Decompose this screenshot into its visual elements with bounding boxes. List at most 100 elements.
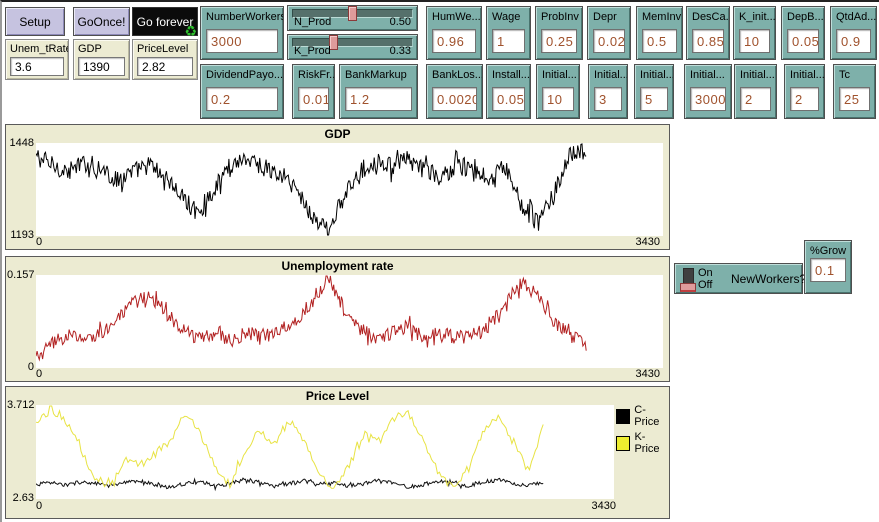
input-label: BankMarkup [340,65,417,81]
input-initial-1-box: Initial... [536,64,580,119]
monitor-label: Unem_tRate [6,40,68,55]
y-max-label: 1448 [7,137,34,149]
gdp-chart-canvas [36,143,663,236]
input-desca-box: DesCa... [686,6,730,60]
humwe-input[interactable] [432,29,476,53]
plot-price-level: Price Level 3.712 2.63 0 3430 C-Price K-… [5,386,670,519]
legend-item-c-price: C-Price [616,404,669,428]
newworkers-switch[interactable]: On Off NewWorkers? [674,263,803,294]
input-label: DepB... [782,7,824,23]
input-depb-box: DepB... [781,6,825,60]
plot-title: Price Level [6,389,669,403]
input-label: Initial... [735,65,776,81]
input-label: MemInv [637,7,682,23]
monitor-value: 1390 [78,57,125,76]
input-install-box: Install... [486,64,531,119]
plot-title: GDP [6,127,669,141]
install-input[interactable] [492,87,525,111]
input-initial-3-box: Initial... [634,64,674,119]
input-label: RiskFr... [293,65,334,81]
plot-legend: C-Price K-Price [616,404,669,458]
input-label: %Grow [805,241,851,257]
legend-label: C-Price [634,404,669,428]
k-price-swatch [616,436,630,451]
switch-on-label: On [698,267,713,279]
plot-gdp: GDP 1448 1193 0 3430 [5,124,670,250]
switch-off-label: Off [698,279,713,291]
initial-4-input[interactable] [690,87,726,111]
slider-label: K_Prod [294,45,331,57]
initial-5-input[interactable] [740,87,771,111]
wage-input[interactable] [492,29,525,53]
tc-input[interactable] [839,87,870,111]
depb-input[interactable] [787,29,819,53]
desca-input[interactable] [692,29,724,53]
monitor-label: PriceLevel [133,40,197,55]
input-label: Initial... [685,65,731,81]
c-price-swatch [616,409,630,424]
input-meminv-box: MemInv [636,6,683,60]
monitor-unem-trate: Unem_tRate 3.6 [5,39,69,80]
unemployment-chart-canvas [36,275,663,368]
slider-label: N_Prod [294,16,331,28]
input-label: Initial... [589,65,627,81]
monitor-value: 3.6 [10,57,64,76]
input-tc-box: Tc [833,64,876,119]
input-label: DividendPayo... [201,65,283,81]
input-label: HumWe... [427,7,481,23]
input-label: ProbInv [536,7,582,23]
x-max-label: 3430 [636,236,660,248]
y-min-label: 2.63 [7,492,34,504]
x-min-label: 0 [36,500,42,512]
slider-value: 0.33 [390,45,411,57]
riskfr-input[interactable] [298,87,329,111]
input-initial-2-box: Initial... [588,64,628,119]
switch-on-off-labels: On Off [698,267,713,291]
go-once-button[interactable]: GoOnce! [73,7,130,36]
input-k-init-box: K_init... [733,6,776,60]
input-label: K_init... [734,7,775,23]
meminv-input[interactable] [642,29,677,53]
x-max-label: 3430 [592,500,616,512]
go-forever-button[interactable]: Go forever ♻ [132,7,198,36]
monitor-gdp: GDP 1390 [73,39,130,80]
input-label: Tc [834,65,875,81]
y-min-label: 1193 [7,229,34,241]
initial-3-input[interactable] [640,87,668,111]
probinv-input[interactable] [541,29,577,53]
legend-item-k-price: K-Price [616,431,669,455]
monitor-pricelevel: PriceLevel 2.82 [132,39,198,80]
input-wage-box: Wage [486,6,531,60]
switch-variable-label: NewWorkers? [731,272,806,286]
input-riskfr-box: RiskFr... [292,64,335,119]
y-max-label: 0.157 [7,269,34,281]
slider-n-prod: N_Prod 0.50 [287,5,418,31]
input-label: Wage [487,7,530,23]
dividendpayo-input[interactable] [206,87,278,111]
input-depr-box: Depr [587,6,631,60]
x-min-label: 0 [36,368,42,380]
input-initial-4-box: Initial... [684,64,732,119]
input-label: Depr [588,7,630,23]
numberworkers-input[interactable] [206,29,278,53]
input-probinv-box: ProbInv [535,6,583,60]
input-humwe-box: HumWe... [426,6,482,60]
price-chart-canvas [36,405,614,499]
input-numberworkers-box: NumberWorkers [200,6,284,60]
banklos-input[interactable] [432,87,477,111]
initial-2-input[interactable] [594,87,622,111]
input-label: DesCa... [687,7,729,23]
initial-6-input[interactable] [790,87,819,111]
switch-handle[interactable] [680,283,696,292]
y-max-label: 3.712 [7,399,34,411]
input-label: Initial... [635,65,673,81]
k-init-input[interactable] [739,29,770,53]
monitor-value: 2.82 [137,57,193,76]
slider-value: 0.50 [390,16,411,28]
setup-button[interactable]: Setup [5,7,65,36]
bankmarkup-input[interactable] [345,87,412,111]
grow-input[interactable] [810,258,846,282]
qtdad-input[interactable] [836,29,871,53]
initial-1-input[interactable] [542,87,574,111]
depr-input[interactable] [593,29,625,53]
